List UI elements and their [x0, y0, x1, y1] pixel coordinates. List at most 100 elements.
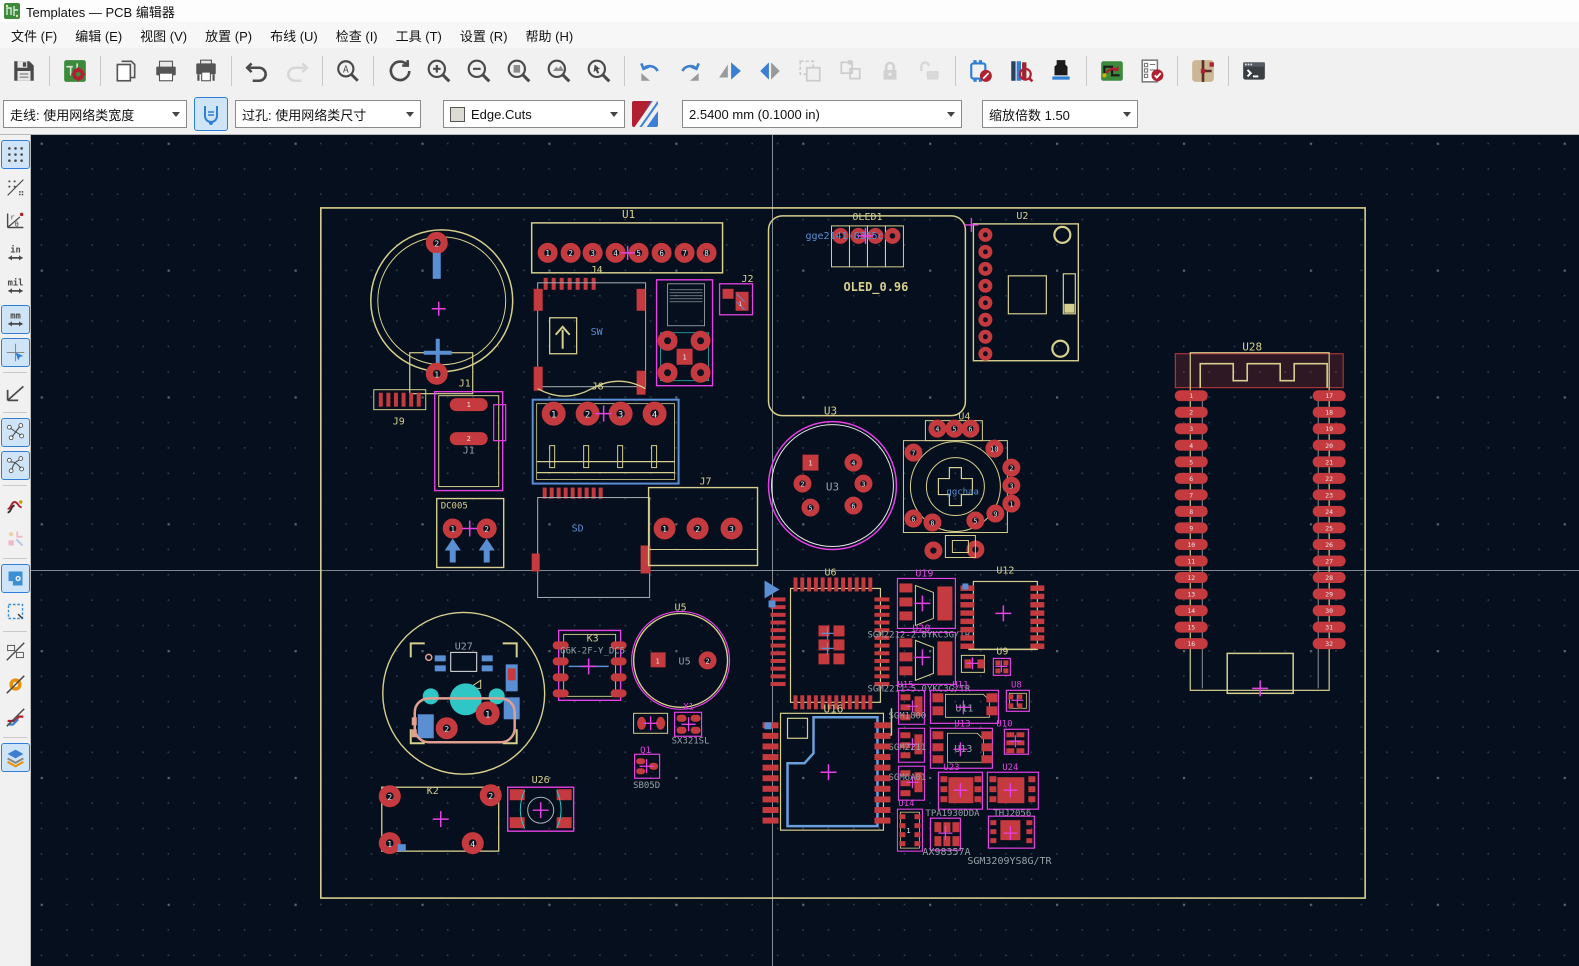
- layer-select[interactable]: Edge.Cuts: [443, 100, 625, 128]
- sketch-mode-toggle[interactable]: [1, 378, 30, 407]
- smd-pad: [771, 621, 786, 625]
- menu-item-9[interactable]: 帮助 (H): [517, 23, 583, 48]
- pad-number: 14: [1187, 607, 1195, 615]
- menu-item-6[interactable]: 检查 (I): [327, 23, 387, 48]
- layers-manager-toggle[interactable]: [1, 743, 30, 772]
- pad-number: 25: [1325, 524, 1333, 532]
- smd-pad: [402, 393, 406, 407]
- plot-button[interactable]: [187, 52, 225, 90]
- 3d-viewer-button[interactable]: [1042, 52, 1080, 90]
- pad-number: 30: [1325, 607, 1333, 615]
- sketch-tracks-toggle[interactable]: [1, 703, 30, 732]
- print-button[interactable]: [147, 52, 185, 90]
- sketch-footprints-toggle[interactable]: [1, 637, 30, 666]
- flip-vertical-button[interactable]: [751, 52, 789, 90]
- net-color-mode-toggle[interactable]: [1, 491, 30, 520]
- save-button[interactable]: [5, 52, 43, 90]
- grid-visibility-toggle[interactable]: [1, 140, 30, 169]
- smd-pad: [1026, 838, 1032, 843]
- page-settings-button[interactable]: [107, 52, 145, 90]
- ref-label: U27: [455, 641, 473, 652]
- smd-pad: [990, 838, 996, 843]
- menu-item-7[interactable]: 工具 (T): [387, 23, 451, 48]
- footprint-graphic: [937, 586, 952, 620]
- zoom-fit-objects-button[interactable]: [540, 52, 578, 90]
- menu-item-8[interactable]: 设置 (R): [451, 23, 517, 48]
- zoom-in-button[interactable]: [420, 52, 458, 90]
- dim-nets-toggle[interactable]: [1, 524, 30, 553]
- curved-ratsnest-toggle[interactable]: [1, 451, 30, 480]
- update-pcb-from-schematic-button[interactable]: [962, 52, 1000, 90]
- import-changes-button[interactable]: [1093, 52, 1131, 90]
- smd-pad: [940, 776, 947, 782]
- show-ratsnest-toggle[interactable]: [1, 418, 30, 447]
- full-window-crosshair-toggle[interactable]: [1, 338, 30, 367]
- scripting-console-button[interactable]: [1235, 52, 1273, 90]
- sketch-pads-icon: [5, 674, 26, 695]
- grid-select[interactable]: 2.5400 mm (0.1000 in): [682, 100, 962, 128]
- menu-item-2[interactable]: 编辑 (E): [66, 23, 131, 48]
- through-hole-pad: [981, 281, 990, 290]
- find-button[interactable]: A: [329, 52, 367, 90]
- pad-number: 1: [434, 369, 439, 379]
- flip-horizontal-icon: [717, 58, 743, 84]
- layer-pair-indicator[interactable]: [632, 101, 658, 127]
- menu-item-4[interactable]: 放置 (P): [196, 23, 261, 48]
- rotate-ccw-button[interactable]: [631, 52, 669, 90]
- smd-pad: [855, 577, 859, 591]
- menu-item-1[interactable]: 文件 (F): [2, 23, 66, 48]
- search-libraries-button[interactable]: [1002, 52, 1040, 90]
- smd-pad: [543, 488, 547, 499]
- units-mils-toggle[interactable]: mil: [1, 272, 30, 301]
- pad-number: 3: [1189, 425, 1193, 433]
- through-hole-pad: [981, 247, 990, 256]
- pad-number: 20: [1325, 442, 1333, 450]
- smd-pad: [960, 627, 974, 632]
- grid-visibility-icon: [5, 144, 26, 165]
- refresh-button[interactable]: [380, 52, 418, 90]
- ref-label: U6: [824, 567, 836, 578]
- scripting-console-icon: [1241, 58, 1267, 84]
- smd-pad: [874, 644, 889, 648]
- ref-label: Q1: [640, 746, 651, 756]
- pad-number: 5: [1189, 458, 1193, 466]
- track-width-select[interactable]: 走线: 使用网络类宽度: [3, 100, 187, 128]
- flip-horizontal-button[interactable]: [711, 52, 749, 90]
- grid-overrides-toggle[interactable]: [1, 173, 30, 202]
- pad-number: 2: [1009, 465, 1013, 473]
- smd-pad: [794, 695, 798, 709]
- show-ratsnest-icon: [5, 422, 26, 443]
- sketch-pads-toggle[interactable]: [1, 670, 30, 699]
- via-size-select[interactable]: 过孔: 使用网络类尺寸: [235, 100, 421, 128]
- smd-pad: [899, 814, 905, 819]
- filled-zones-toggle[interactable]: [1, 564, 30, 593]
- design-rules-check-button[interactable]: [1133, 52, 1171, 90]
- menu-item-3[interactable]: 视图 (V): [131, 23, 196, 48]
- zoom-fit-page-button[interactable]: [500, 52, 538, 90]
- units-mm-toggle[interactable]: mm: [1, 305, 30, 334]
- zoom-select[interactable]: 缩放倍数 1.50: [982, 100, 1138, 128]
- pad-number: 1: [1189, 392, 1193, 400]
- pcb-canvas[interactable]: 21U112345678J4SWJ81234J912J1J1DC00512SDJ…: [31, 135, 1579, 966]
- zone-outlines-toggle[interactable]: [1, 597, 30, 626]
- menu-item-5[interactable]: 布线 (U): [261, 23, 327, 48]
- smd-pad: [771, 667, 786, 671]
- board-setup-button[interactable]: [56, 52, 94, 90]
- rotate-cw-button[interactable]: [671, 52, 709, 90]
- polar-coordinates-toggle[interactable]: θr: [1, 206, 30, 235]
- zoom-selection-button[interactable]: [580, 52, 618, 90]
- grid-value: 2.5400 mm (0.1000 in): [689, 107, 941, 122]
- canvas-text: SD: [572, 524, 584, 535]
- zoom-out-icon: [466, 58, 492, 84]
- ref-label: U26: [532, 775, 550, 786]
- smd-pad: [771, 644, 786, 648]
- auto-track-width-toggle[interactable]: [194, 97, 228, 131]
- layers-manager-icon: [5, 747, 26, 768]
- smd-pad: [814, 695, 818, 709]
- smd-pad: [934, 822, 941, 832]
- zoom-out-button[interactable]: [460, 52, 498, 90]
- units-inches-toggle[interactable]: in: [1, 239, 30, 268]
- undo-button[interactable]: [238, 52, 276, 90]
- interactive-router-settings-button[interactable]: [1184, 52, 1222, 90]
- pad-number: 7: [1189, 491, 1193, 499]
